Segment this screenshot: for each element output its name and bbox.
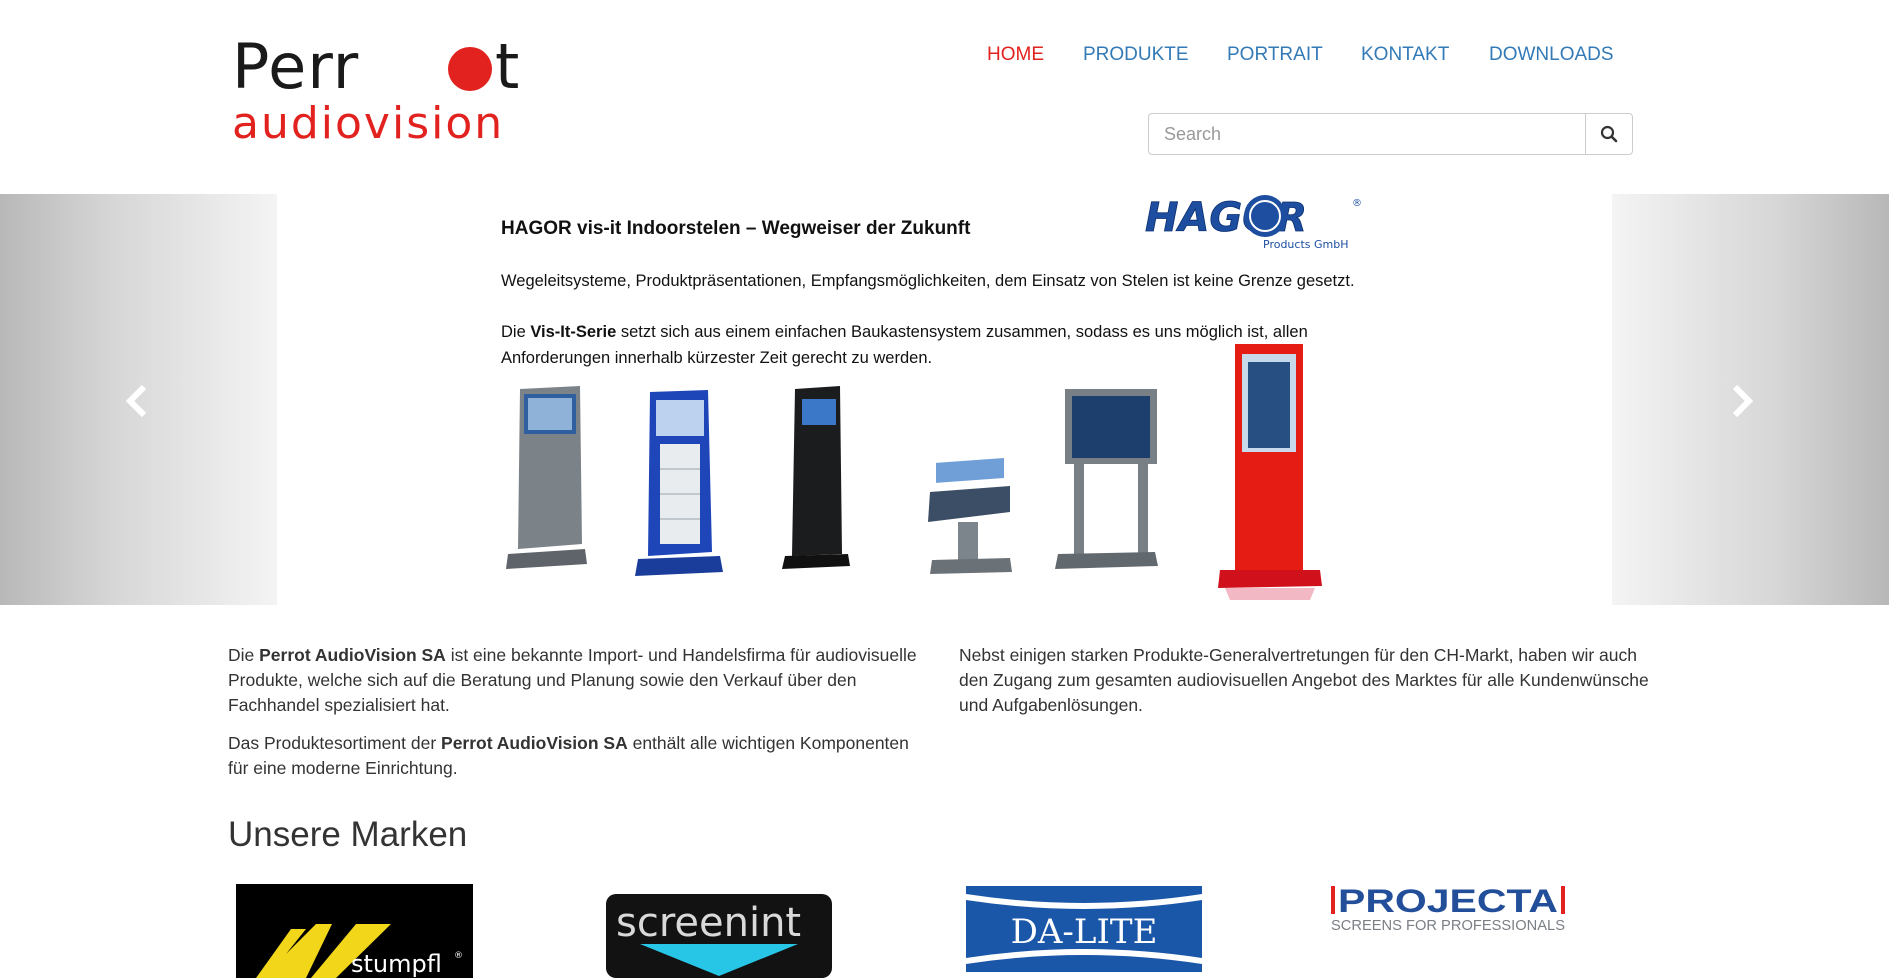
main-nav: HOME PRODUKTE PORTRAIT KONTAKT DOWNLOADS [0,44,1889,68]
nav-home[interactable]: HOME [987,44,1044,66]
svg-text:SCREENS FOR PROFESSIONALS: SCREENS FOR PROFESSIONALS [1331,917,1565,934]
nav-kontakt[interactable]: KONTAKT [1361,44,1449,66]
carousel-prev-button[interactable] [122,384,152,418]
svg-text:screenint: screenint [616,900,801,946]
brand-stumpfl[interactable]: stumpfl ® [236,884,473,978]
nav-downloads[interactable]: DOWNLOADS [1489,44,1614,66]
search-bar [1148,113,1633,155]
search-icon [1600,125,1618,143]
kiosk-products-image [506,344,1322,600]
slide-title: HAGOR vis-it Indoorstelen – Wegweiser de… [501,218,971,239]
hagor-logo: HAGOR Products GmbH ® [1145,195,1362,251]
svg-text:Products GmbH: Products GmbH [1263,238,1349,251]
svg-text:DA-LITE: DA-LITE [1011,912,1158,952]
brands-heading: Unsere Marken [228,815,468,854]
carousel-indicator-5[interactable] [927,547,940,560]
nav-portrait[interactable]: PORTRAIT [1227,44,1323,66]
brand-screenint[interactable]: screenint [606,894,832,978]
hero-carousel: HAGOR vis-it Indoorstelen – Wegweiser de… [0,194,1889,605]
search-input[interactable] [1148,113,1585,155]
carousel-indicator-1[interactable] [855,547,868,560]
projecta-logo: PROJECTA SCREENS FOR PROFESSIONALS [1331,883,1565,934]
carousel-indicators [855,547,940,560]
brand-da-lite[interactable]: DA-LITE [966,886,1202,972]
intro-right-column: Nebst einigen starken Produkte-Generalve… [959,643,1661,731]
intro-paragraph-2: Das Produktesortiment der Perrot AudioVi… [228,733,909,778]
svg-text:®: ® [454,951,463,961]
carousel-slide: HAGOR vis-it Indoorstelen – Wegweiser de… [490,194,1420,605]
svg-text:®: ® [1352,198,1362,209]
svg-text:PROJECTA: PROJECTA [1338,883,1558,919]
da-lite-logo: DA-LITE [966,886,1202,972]
carousel-indicator-2[interactable] [873,547,886,560]
chevron-left-icon [125,384,147,418]
intro-paragraph-1: Die Perrot AudioVision SA ist eine bekan… [228,645,917,715]
slide-paragraph-2: Die Vis-It-Serie setzt sich aus einem ei… [501,323,1308,341]
site-header: Perr t audiovision HOME PRODUKTE PORTRAI… [0,0,1889,194]
search-button[interactable] [1585,113,1633,155]
intro-left-column: Die Perrot AudioVision SA ist eine bekan… [228,643,928,794]
screenint-logo: screenint [606,894,832,978]
logo-text-audiovision: audiovision [232,98,504,144]
nav-produkte[interactable]: PRODUKTE [1083,44,1189,66]
carousel-next-button[interactable] [1727,384,1757,418]
intro-paragraph-3: Nebst einigen starken Produkte-Generalve… [959,645,1649,715]
slide-paragraph-1: Wegeleitsysteme, Produktpräsentationen, … [501,272,1355,290]
chevron-right-icon [1732,384,1754,418]
stumpfl-logo: stumpfl ® [236,884,473,978]
carousel-indicator-4[interactable] [909,547,922,560]
svg-text:stumpfl: stumpfl [351,950,442,978]
brand-projecta[interactable]: PROJECTA SCREENS FOR PROFESSIONALS [1328,882,1568,938]
carousel-indicator-3[interactable] [891,547,904,560]
